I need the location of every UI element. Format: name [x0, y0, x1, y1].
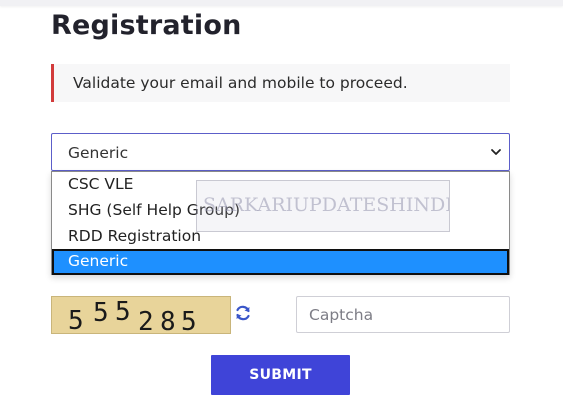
captcha-glyphs: 5 5 5 2 8 5 — [68, 297, 197, 335]
user-type-selected-value: Generic — [68, 144, 129, 162]
user-type-select[interactable]: Generic — [51, 133, 510, 171]
captcha-image: 5 5 5 2 8 5 — [51, 296, 231, 335]
svg-text:8: 8 — [160, 307, 176, 335]
top-bar — [0, 0, 563, 6]
chevron-down-icon — [491, 149, 501, 155]
svg-text:5: 5 — [115, 297, 131, 327]
validation-notice-text: Validate your email and mobile to procee… — [73, 74, 408, 92]
svg-text:5: 5 — [68, 306, 84, 335]
validation-notice: Validate your email and mobile to procee… — [51, 64, 510, 102]
refresh-icon[interactable] — [234, 304, 252, 322]
submit-button[interactable]: SUBMIT — [211, 355, 350, 395]
dropdown-option-generic[interactable]: Generic — [52, 249, 509, 275]
svg-text:2: 2 — [138, 307, 154, 335]
watermark: SARKARIUPDATESHINDI.COM — [196, 180, 450, 232]
page-title: Registration — [51, 10, 242, 41]
captcha-input[interactable] — [296, 296, 510, 333]
svg-text:5: 5 — [181, 307, 197, 335]
svg-text:5: 5 — [93, 298, 109, 328]
